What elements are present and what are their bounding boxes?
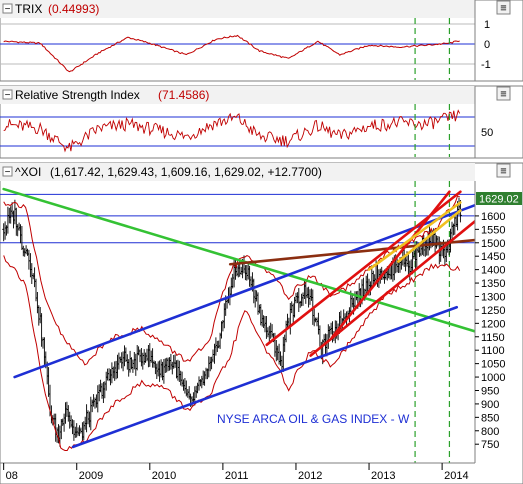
trix-tick-minus-1: -1 [481,59,491,71]
price-panel: − ^XOI (1,617.42, 1,629.43, 1,609.16, 1,… [0,162,523,484]
x-tick-label: 2014 [444,470,468,482]
y-tick-label: 1150 [481,332,505,344]
x-tick-label: 2013 [371,470,395,482]
x-tick-label: 2012 [298,470,322,482]
trix-panel: − TRIX (0.44993) 1 0 -1 ≡ [0,0,523,82]
y-tick-label: 1350 [481,278,505,290]
trix-tick-0: 0 [484,39,490,51]
y-tick-label: 900 [481,399,499,411]
trix-collapse-glyph: − [5,4,11,15]
price-settings-glyph: ≡ [500,166,506,178]
y-tick-label: 1400 [481,265,505,277]
rsi-label: Relative Strength Index [15,88,140,102]
y-tick-label: 1250 [481,305,505,317]
y-tick-label: 850 [481,412,499,424]
trix-tick-1: 1 [484,19,490,31]
last-price-value: 1629.02 [479,194,519,206]
price-ohlc: (1,617.42, 1,629.43, 1,609.16, 1,629.02,… [50,165,322,179]
y-tick-label: 750 [481,439,499,451]
index-annotation: NYSE ARCA OIL & GAS INDEX - W [217,412,410,426]
y-tick-label: 950 [481,385,499,397]
trix-value: (0.44993) [48,2,99,16]
y-tick-label: 1000 [481,372,505,384]
y-tick-label: 1050 [481,359,505,371]
y-tick-label: 1200 [481,318,505,330]
price-collapse-glyph: − [5,167,11,178]
trix-settings-glyph: ≡ [500,3,506,15]
y-tick-label: 1550 [481,224,505,236]
rsi-settings-glyph: ≡ [500,89,506,101]
x-tick-label: 2010 [152,470,176,482]
rsi-value: (71.4586) [158,88,209,102]
price-symbol: ^XOI [15,165,41,179]
x-tick-label: 2009 [79,470,103,482]
x-tick-label: 08 [6,470,18,482]
y-tick-label: 1300 [481,291,505,303]
trix-label: TRIX [15,2,42,16]
y-tick-label: 1450 [481,251,505,263]
chart-stage: − TRIX (0.44993) 1 0 -1 ≡ − Relative Str… [0,0,523,484]
x-tick-label: 2011 [225,470,249,482]
rsi-collapse-glyph: − [5,90,11,101]
y-tick-label: 1100 [481,345,505,357]
y-tick-label: 1600 [481,211,505,223]
rsi-panel: − Relative Strength Index (71.4586) 50 ≡ [0,85,523,159]
y-tick-label: 800 [481,426,499,438]
y-tick-label: 1500 [481,238,505,250]
rsi-tick-50: 50 [481,127,493,139]
